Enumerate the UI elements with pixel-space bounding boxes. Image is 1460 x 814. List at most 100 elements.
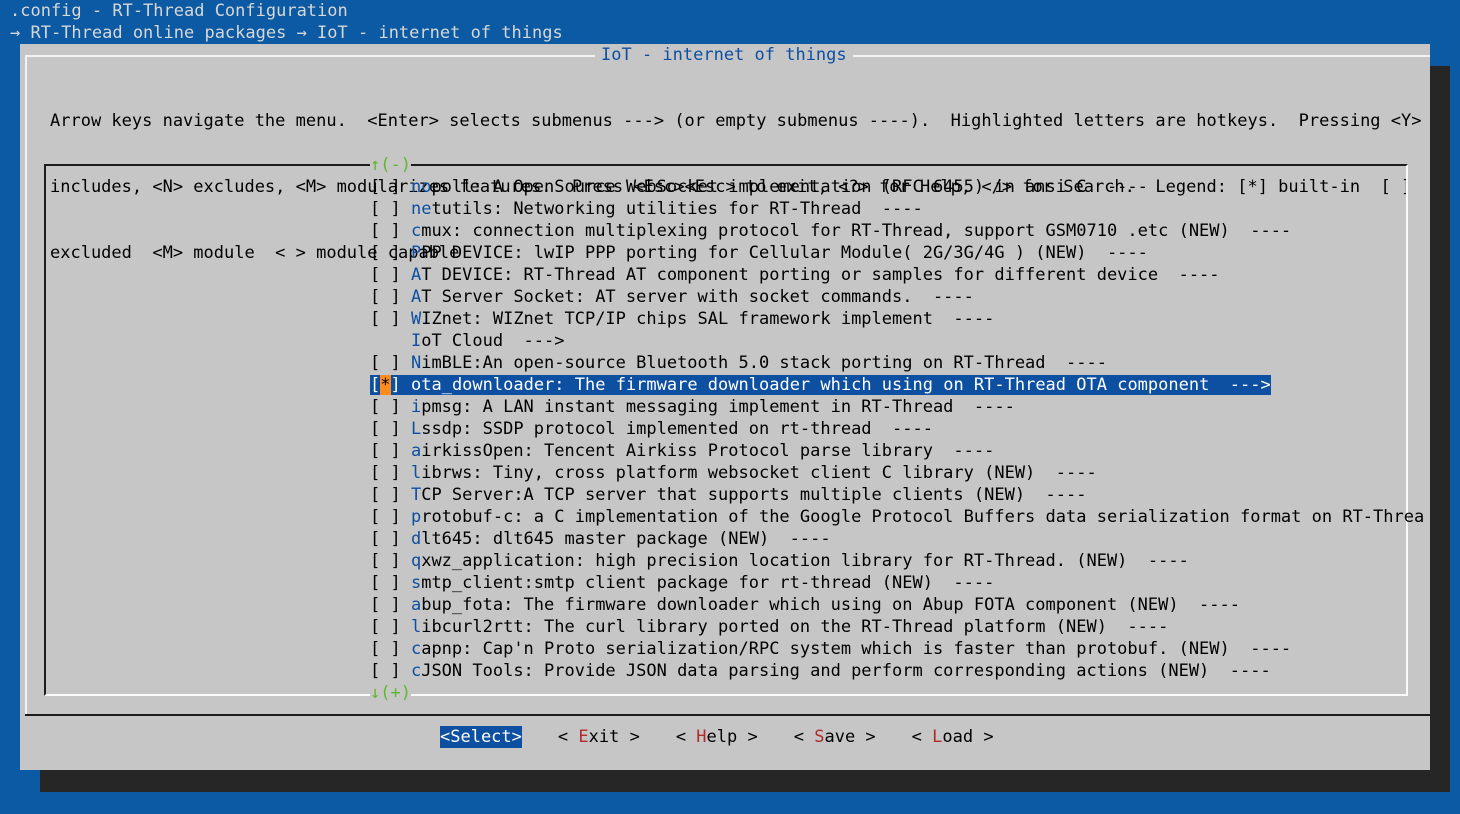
menu-item[interactable]: [ ] ipmsg: A LAN instant messaging imple… xyxy=(370,396,1424,418)
menu-item-content: [*] ota_downloader: The firmware downloa… xyxy=(370,375,1271,395)
button-bracket: < xyxy=(557,727,579,747)
menu-item[interactable]: [ ] capnp: Cap'n Proto serialization/RPC… xyxy=(370,638,1424,660)
exit-button[interactable]: < Exit > xyxy=(558,726,640,748)
menu-item-label: CP Server:A TCP server that supports mul… xyxy=(421,485,1087,505)
menu-item-checkbox[interactable]: [ ] xyxy=(370,639,411,659)
menu-item[interactable]: [ ] cmux: connection multiplexing protoc… xyxy=(370,220,1424,242)
menu-item-hotkey: a xyxy=(410,595,422,615)
menu-item[interactable]: [ ] nopoll: A OpenSource WebSocket imple… xyxy=(370,176,1424,198)
menu-item-checkbox[interactable]: [ ] xyxy=(370,551,411,571)
load-button[interactable]: < Load > xyxy=(912,726,994,748)
menu-item-checkbox: ] xyxy=(390,375,411,395)
menu-item-checkbox[interactable]: [ ] xyxy=(370,243,411,263)
menu-item[interactable]: [ ] AT Server Socket: AT server with soc… xyxy=(370,286,1424,308)
menu-item-hotkey: P xyxy=(410,243,422,263)
menu-item-checkbox[interactable]: [ ] xyxy=(370,221,411,241)
menu-item-label: T Server Socket: AT server with socket c… xyxy=(421,287,974,307)
menu-item-content: [ ] AT DEVICE: RT-Thread AT component po… xyxy=(370,265,1220,285)
menu-item[interactable]: [ ] qxwz_application: high precision loc… xyxy=(370,550,1424,572)
scroll-up-indicator[interactable]: ↑(-) xyxy=(370,154,411,176)
menu-item-hotkey: A xyxy=(410,287,422,307)
menu-item-content: [ ] PPP DEVICE: lwIP PPP porting for Cel… xyxy=(370,243,1148,263)
menu-item[interactable]: [ ] protobuf-c: a C implementation of th… xyxy=(370,506,1424,528)
menu-item[interactable]: [ ] librws: Tiny, cross platform websock… xyxy=(370,462,1424,484)
menu-item[interactable]: [ ] AT DEVICE: RT-Thread AT component po… xyxy=(370,264,1424,286)
menu-item-label: ibcurl2rtt: The curl library ported on t… xyxy=(421,617,1169,637)
menu-item-content: [ ] Lssdp: SSDP protocol implemented on … xyxy=(370,419,933,439)
menu-item-hotkey: c xyxy=(410,639,422,659)
button-label: xit > xyxy=(588,727,640,747)
menu-item-content: [ ] nopoll: A OpenSource WebSocket imple… xyxy=(370,177,1148,197)
button-hotkey: L xyxy=(932,727,943,747)
help-button[interactable]: < Help > xyxy=(676,726,758,748)
menu-item[interactable]: [ ] TCP Server:A TCP server that support… xyxy=(370,484,1424,506)
menu-item-checkbox[interactable]: [ ] xyxy=(370,287,411,307)
menu-item-hotkey: c xyxy=(410,221,422,241)
menu-item[interactable]: [ ] libcurl2rtt: The curl library ported… xyxy=(370,616,1424,638)
menu-item-content: [ ] ipmsg: A LAN instant messaging imple… xyxy=(370,397,1015,417)
menu-item[interactable]: [ ] airkissOpen: Tencent Airkiss Protoco… xyxy=(370,440,1424,462)
save-button[interactable]: < Save > xyxy=(794,726,876,748)
menu-item-label: poll: A OpenSource WebSocket implementat… xyxy=(431,177,1148,197)
menu-item-checkbox[interactable]: [ ] xyxy=(370,485,411,505)
menu-item-label: PP DEVICE: lwIP PPP porting for Cellular… xyxy=(421,243,1148,263)
menu-item[interactable]: [ ] smtp_client:smtp client package for … xyxy=(370,572,1424,594)
menu-item-hotkey: p xyxy=(410,507,422,527)
menu-item-label: xwz_application: high precision location… xyxy=(421,551,1189,571)
menu-item-checkbox[interactable]: [ ] xyxy=(370,353,411,373)
menu-item[interactable]: [ ] cJSON Tools: Provide JSON data parsi… xyxy=(370,660,1424,682)
menu-item-label: ssdp: SSDP protocol implemented on rt-th… xyxy=(421,419,933,439)
menu-item-checkbox[interactable]: [ ] xyxy=(370,617,411,637)
menu-item-checkbox[interactable]: [ ] xyxy=(370,573,411,593)
menu-item-checkbox[interactable]: [ ] xyxy=(370,595,411,615)
config-dialog: IoT - internet of things Arrow keys navi… xyxy=(20,44,1430,770)
menu-item-hotkey: W xyxy=(410,309,422,329)
button-bracket: < xyxy=(793,727,815,747)
menu-item-checkbox[interactable] xyxy=(370,331,411,351)
menu-item-content: [ ] dlt645: dlt645 master package (NEW) … xyxy=(370,529,831,549)
menu-item-content: [ ] cmux: connection multiplexing protoc… xyxy=(370,221,1291,241)
menu-item-content: [ ] qxwz_application: high precision loc… xyxy=(370,551,1189,571)
dialog-border-left xyxy=(25,55,27,714)
menu-item-checkbox[interactable]: [ ] xyxy=(370,507,411,527)
menu-item-label: imBLE:An open-source Bluetooth 5.0 stack… xyxy=(421,353,1107,373)
scroll-down-indicator[interactable]: ↓(+) xyxy=(370,682,411,704)
menu-item[interactable]: [ ] NimBLE:An open-source Bluetooth 5.0 … xyxy=(370,352,1424,374)
menu-item[interactable]: [*] ota_downloader: The firmware downloa… xyxy=(370,374,1424,396)
select-button[interactable]: <Select> xyxy=(440,726,522,748)
menu-item-content: IoT Cloud ---> xyxy=(370,331,565,351)
menu-item-checkbox[interactable]: [ ] xyxy=(370,177,411,197)
menu-item[interactable]: [ ] Lssdp: SSDP protocol implemented on … xyxy=(370,418,1424,440)
menu-item[interactable]: [ ] WIZnet: WIZnet TCP/IP chips SAL fram… xyxy=(370,308,1424,330)
menu-item-hotkey: l xyxy=(410,617,422,637)
menu-item-checkbox[interactable]: [ ] xyxy=(370,397,411,417)
button-bracket: < xyxy=(911,727,933,747)
menu-item-checkbox[interactable]: [ ] xyxy=(370,463,411,483)
menu-item-checkbox[interactable]: [ ] xyxy=(370,419,411,439)
menu-item-label: JSON Tools: Provide JSON data parsing an… xyxy=(421,661,1271,681)
menu-item-checkbox[interactable]: [ ] xyxy=(370,265,411,285)
menu-item-checkbox[interactable]: [ ] xyxy=(370,309,411,329)
button-bracket: < xyxy=(675,727,697,747)
window-title: .config - RT-Thread Configuration xyxy=(10,1,348,21)
menu-item-label: tutils: Networking utilities for RT-Thre… xyxy=(431,199,923,219)
menu-item-checkbox[interactable]: [ ] xyxy=(370,529,411,549)
button-hotkey: H xyxy=(696,727,707,747)
menu-item-checkbox[interactable]: [ ] xyxy=(370,661,411,681)
menu-item-checkbox[interactable]: [ ] xyxy=(370,199,411,219)
menu-item[interactable]: [ ] netutils: Networking utilities for R… xyxy=(370,198,1424,220)
menu-item[interactable]: [ ] PPP DEVICE: lwIP PPP porting for Cel… xyxy=(370,242,1424,264)
button-separator xyxy=(25,714,1430,716)
menu-item[interactable]: [ ] dlt645: dlt645 master package (NEW) … xyxy=(370,528,1424,550)
menu-item-hotkey: q xyxy=(410,551,422,571)
menu-item[interactable]: [ ] abup_fota: The firmware downloader w… xyxy=(370,594,1424,616)
menu-item-hotkey: s xyxy=(410,573,422,593)
menu-item-checkbox[interactable]: [ xyxy=(370,375,380,395)
dialog-title: IoT - internet of things xyxy=(595,44,853,66)
menu-item-content: [ ] netutils: Networking utilities for R… xyxy=(370,199,923,219)
button-label: ave > xyxy=(824,727,876,747)
menu-item[interactable]: IoT Cloud ---> xyxy=(370,330,1424,352)
menu-item-label: irkissOpen: Tencent Airkiss Protocol par… xyxy=(421,441,995,461)
menu-item-checkbox[interactable]: [ ] xyxy=(370,441,411,461)
menu-item-hotkey: l xyxy=(410,463,422,483)
